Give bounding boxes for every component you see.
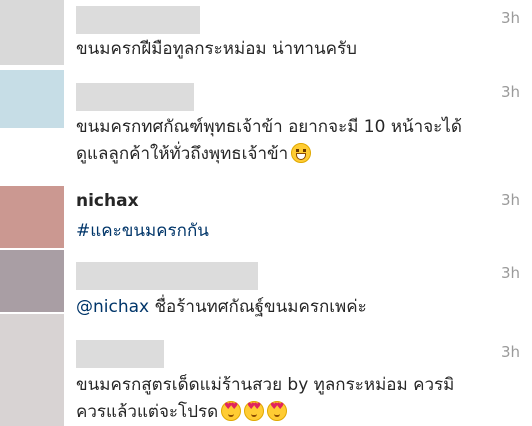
comment-text: ขนมครกฝีมือทูลกระหม่อม น่าทานครับ — [76, 39, 357, 59]
comment-text: ขนมครกทศกัณฑ์พุทธเจ้าข้า อยากจะมี 10 หน้… — [76, 114, 508, 168]
grinning-face-icon — [291, 143, 312, 163]
avatar[interactable] — [0, 0, 64, 65]
username-redacted[interactable] — [76, 262, 258, 290]
comment-time: 3h — [500, 191, 520, 209]
avatar[interactable] — [0, 250, 64, 312]
comment-item: 3h ขนมครกฝีมือทูลกระหม่อม น่าทานครับ — [0, 0, 532, 65]
heart-eyes-icon — [244, 401, 265, 421]
avatar[interactable] — [0, 70, 64, 128]
avatar[interactable] — [0, 314, 64, 426]
comments-feed: 3h ขนมครกฝีมือทูลกระหม่อม น่าทานครับ 3h … — [0, 0, 532, 426]
avatar[interactable] — [0, 186, 64, 248]
comment-text-line-1: ขนมครกสูตรเด็ดแม่ร้านสวย by ทูลกระหม่อม … — [76, 375, 455, 395]
comment-text-line-1: ขนมครกทศกัณฑ์พุทธเจ้าข้า อยากจะมี 10 หน้… — [76, 117, 462, 137]
comment-item: 3h @nichax ชื่อร้านทศกัณฐ์ขนมครกเพค่ะ — [0, 250, 532, 317]
comment-time: 3h — [500, 343, 520, 361]
username[interactable]: nichax — [76, 191, 139, 211]
username-redacted[interactable] — [76, 340, 164, 368]
comment-item: 3h ขนมครกทศกัณฑ์พุทธเจ้าข้า อยากจะมี 10 … — [0, 70, 532, 185]
comment-text: ขนมครกสูตรเด็ดแม่ร้านสวย by ทูลกระหม่อม … — [76, 372, 508, 426]
comment-text-line-2: ดูแลลูกค้าให้ทั่วถึงพุทธเจ้าข้า — [76, 144, 289, 164]
comment-time: 3h — [500, 9, 520, 27]
comment-time: 3h — [500, 83, 520, 101]
username-redacted[interactable] — [76, 6, 200, 34]
comment-text-line-2: ควรแล้วแต่จะโปรด — [76, 402, 219, 422]
hashtag-link[interactable]: #แคะขนมครกกัน — [76, 218, 508, 245]
comment-item: 3h ขนมครกสูตรเด็ดแม่ร้านสวย by ทูลกระหม่… — [0, 314, 532, 426]
username-redacted[interactable] — [76, 83, 194, 111]
heart-eyes-icon — [221, 401, 242, 421]
comment-time: 3h — [500, 264, 520, 282]
comment-item: nichax 3h #แคะขนมครกกัน — [0, 186, 532, 248]
heart-eyes-icon — [267, 401, 288, 421]
